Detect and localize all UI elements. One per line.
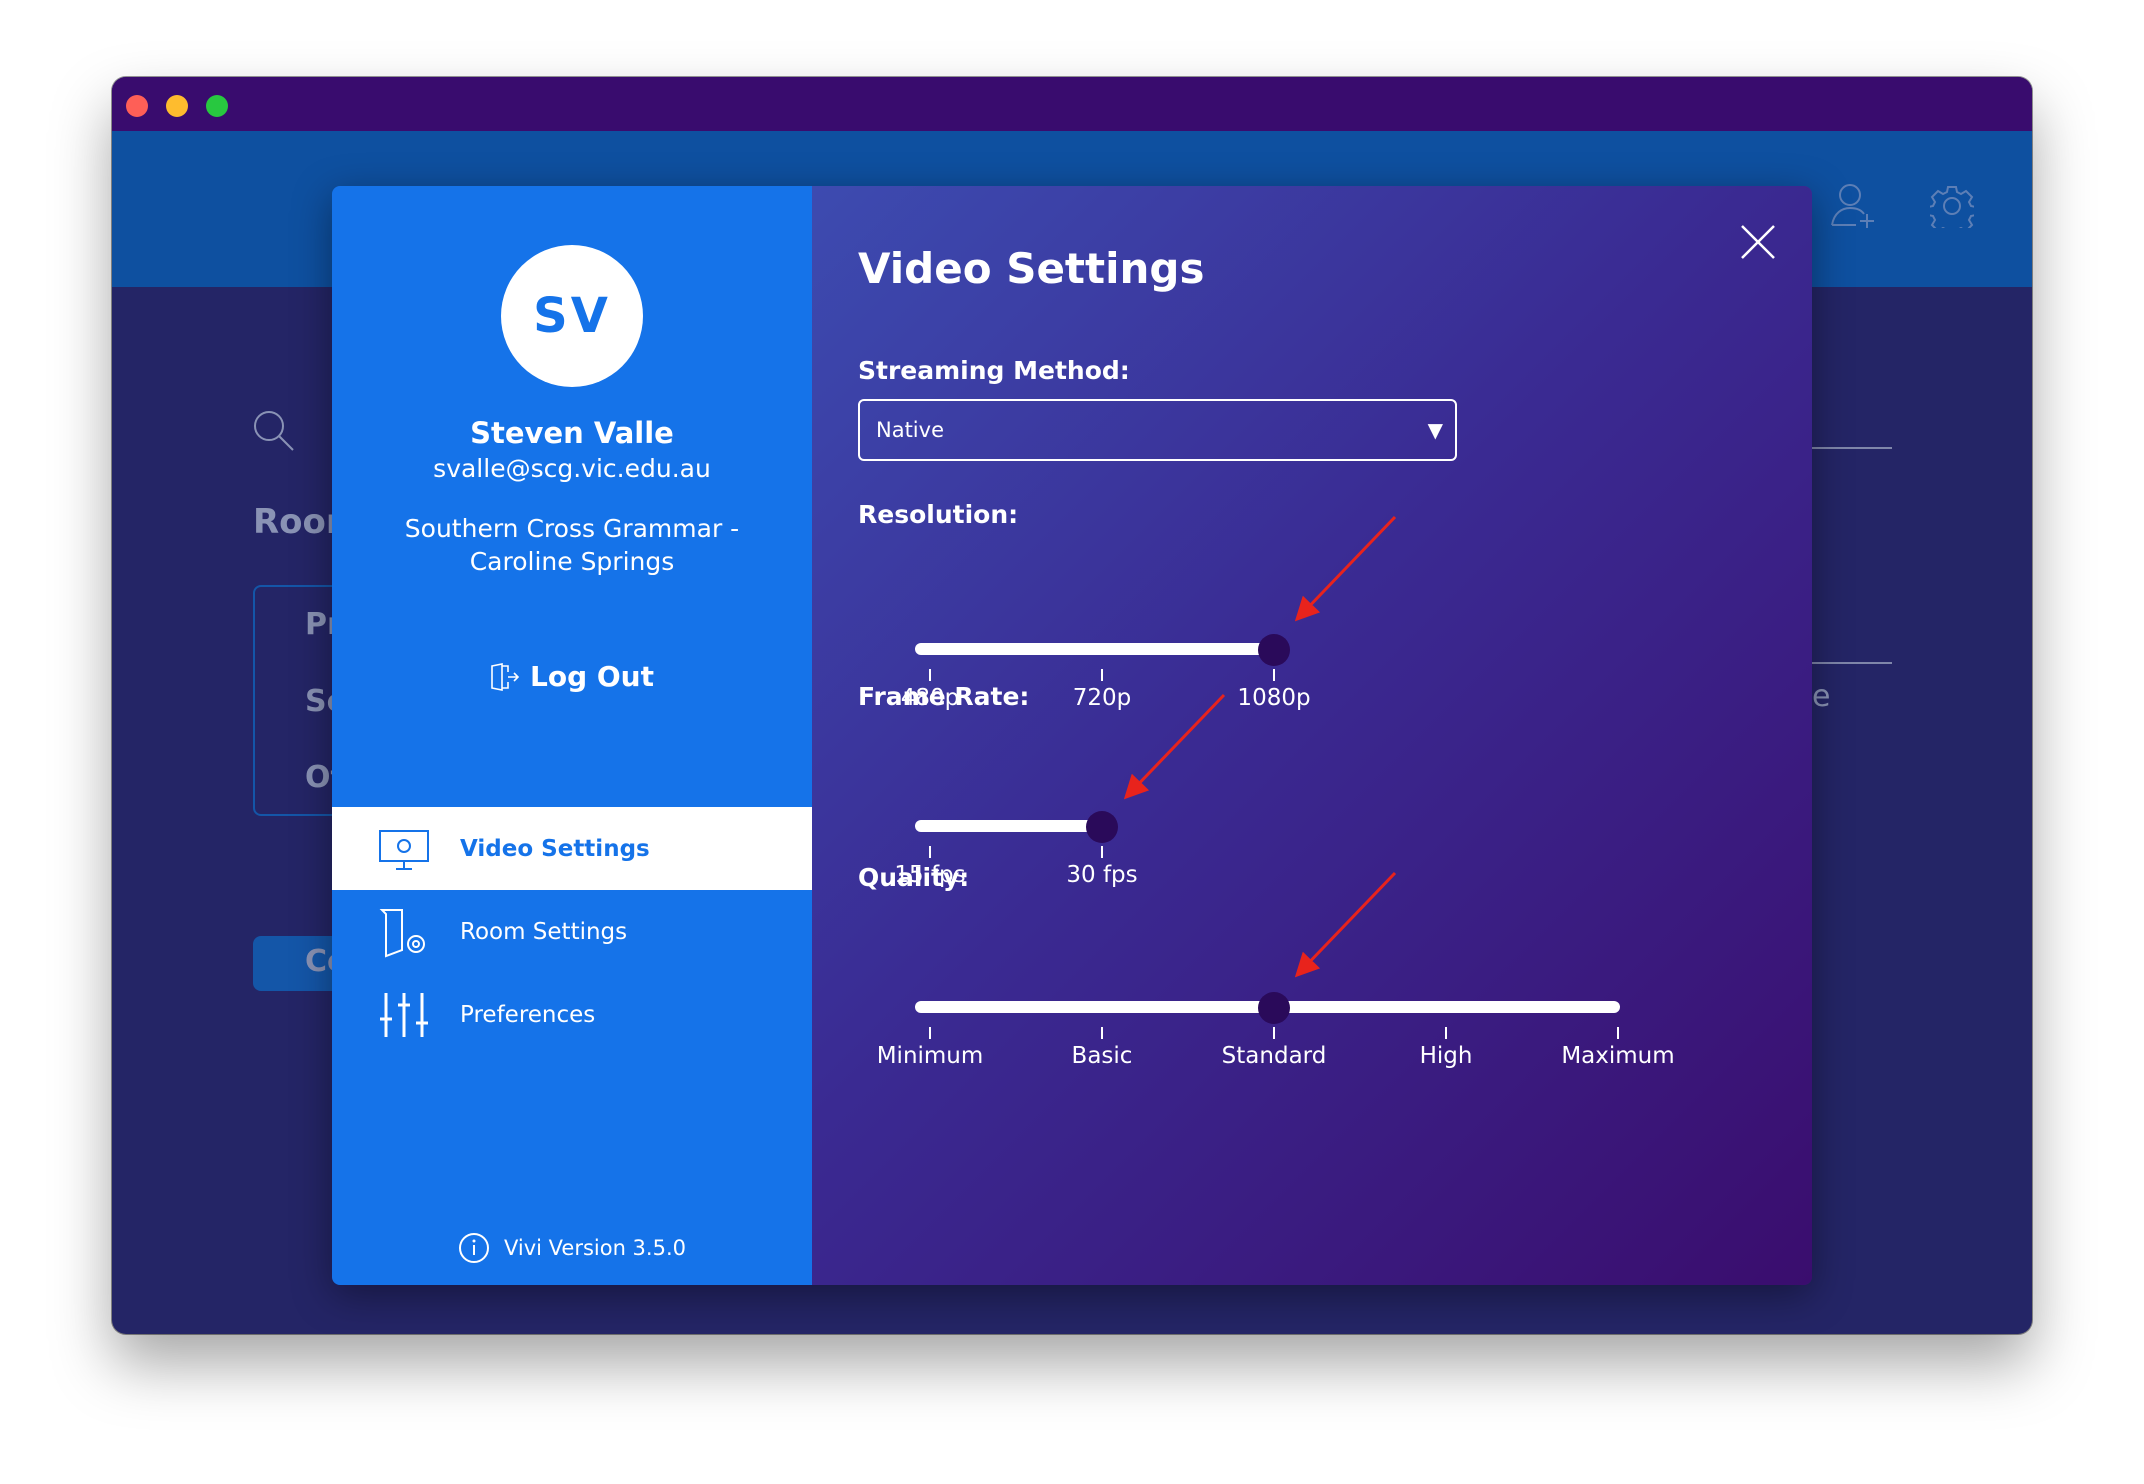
nav-item-video-settings[interactable]: Video Settings (332, 807, 812, 890)
divider (1812, 447, 1892, 449)
title-bar (112, 77, 2032, 131)
settings-modal: SV Steven Valle svalle@scg.vic.edu.au So… (332, 186, 1812, 1285)
resolution-slider-handle[interactable] (1258, 634, 1290, 666)
page-title: Video Settings (858, 244, 1205, 293)
slider-tick (929, 846, 931, 858)
settings-gear-icon[interactable] (1930, 184, 1974, 228)
organization-line-2: Caroline Springs (469, 547, 675, 576)
slider-option-label[interactable]: Maximum (1561, 1043, 1674, 1069)
slider-option-label[interactable]: 1080p (1237, 685, 1310, 711)
red-arrow-icon (1123, 693, 1226, 800)
info-icon[interactable] (458, 1232, 490, 1264)
maximize-window-button[interactable] (206, 95, 228, 117)
add-user-icon[interactable] (1830, 181, 1878, 231)
red-arrow-icon (1294, 871, 1397, 978)
slider-tick (1617, 1027, 1619, 1039)
close-window-button[interactable] (126, 95, 148, 117)
streaming-method-value: Native (876, 418, 944, 442)
door-gear-icon (379, 908, 425, 957)
slider-option-label[interactable]: 15 fps (894, 862, 965, 888)
nav-label: Video Settings (460, 835, 650, 862)
nav-item-room-settings[interactable]: Room Settings (332, 890, 812, 973)
resolution-label: Resolution: (858, 500, 1019, 529)
nav-label: Preferences (460, 1001, 596, 1028)
slider-option-label[interactable]: 480p (901, 685, 960, 711)
avatar: SV (501, 245, 643, 387)
video-settings-panel: Video Settings Streaming Method: Native … (812, 186, 1812, 1285)
streaming-method-select[interactable]: Native ▼ (858, 399, 1457, 461)
app-window: Roon Pr Se Ot Co e SV Steven Valle svall… (112, 77, 2032, 1334)
user-name: Steven Valle (470, 416, 674, 450)
slider-option-label[interactable]: High (1420, 1043, 1473, 1069)
slider-option-label[interactable]: 30 fps (1066, 862, 1137, 888)
slider-tick (1273, 669, 1275, 681)
slider-tick (929, 1027, 931, 1039)
slider-tick (1445, 1027, 1447, 1039)
red-arrow-icon (1294, 515, 1397, 622)
close-icon[interactable] (1740, 224, 1776, 260)
slider-tick (1101, 1027, 1103, 1039)
minimize-window-button[interactable] (166, 95, 188, 117)
version-info: Vivi Version 3.5.0 (332, 1232, 812, 1264)
slider-option-label[interactable]: Minimum (877, 1043, 984, 1069)
slider-tick (1101, 669, 1103, 681)
search-icon[interactable] (252, 409, 296, 453)
nav-item-preferences[interactable]: Preferences (332, 973, 812, 1056)
profile-panel: SV Steven Valle svalle@scg.vic.edu.au So… (332, 186, 812, 1285)
slider-option-label[interactable]: Standard (1222, 1043, 1327, 1069)
version-text: Vivi Version 3.5.0 (503, 1236, 686, 1260)
slider-option-label[interactable]: 720p (1073, 685, 1132, 711)
slider-tick (1101, 846, 1103, 858)
background-fragment: e (1812, 679, 1831, 714)
slider-option-label[interactable]: Basic (1072, 1043, 1133, 1069)
quality-slider-handle[interactable] (1258, 992, 1290, 1024)
divider (1812, 662, 1892, 664)
slider-tick (1273, 1027, 1275, 1039)
frame-rate-slider-handle[interactable] (1086, 811, 1118, 843)
logout-button[interactable]: Log Out (332, 660, 812, 693)
annotation-arrows (1123, 515, 1397, 978)
organization-line-1: Southern Cross Grammar - (404, 514, 740, 543)
logout-icon (491, 662, 520, 691)
nav-label: Room Settings (460, 918, 628, 945)
chevron-down-icon: ▼ (1427, 418, 1443, 442)
monitor-gear-icon (379, 829, 429, 870)
streaming-method-label: Streaming Method: (858, 356, 1130, 385)
frame-rate-slider[interactable] (915, 820, 1102, 832)
resolution-slider[interactable] (915, 643, 1274, 655)
sliders-icon (380, 992, 428, 1037)
slider-tick (929, 669, 931, 681)
logout-label: Log Out (530, 660, 654, 693)
user-email: svalle@scg.vic.edu.au (433, 454, 711, 483)
